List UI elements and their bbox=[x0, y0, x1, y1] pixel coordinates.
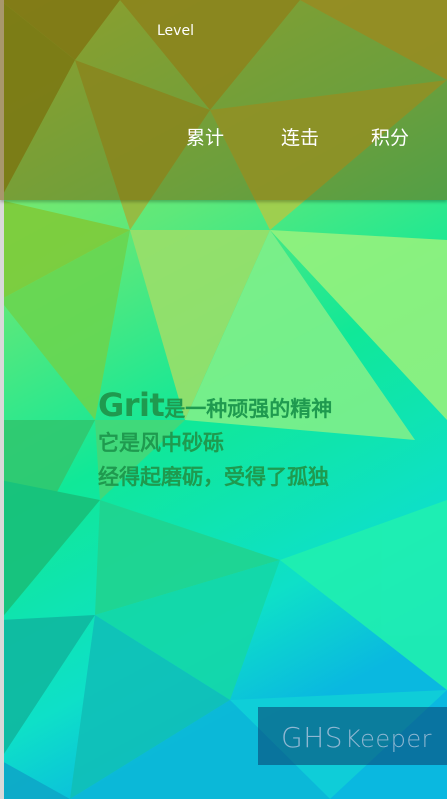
brand-name-part1: GHS bbox=[281, 721, 344, 754]
brand-name-part2: Keeper bbox=[345, 725, 432, 753]
streak-stat-label[interactable]: 连击 bbox=[281, 123, 319, 150]
quote-line-1-rest: 是一种顽强的精神 bbox=[164, 397, 333, 421]
quote-line-1: Grit是一种顽强的精神 bbox=[98, 388, 332, 426]
total-stat-label[interactable]: 累计 bbox=[186, 123, 224, 150]
brand-logo: GHSKeeper bbox=[281, 721, 432, 754]
quote-line-3: 经得起磨砺，受得了孤独 bbox=[98, 465, 329, 489]
quote-lead-word: Grit bbox=[98, 386, 165, 424]
grit-quote: Grit是一种顽强的精神 它是风中砂砾 经得起磨砺，受得了孤独 bbox=[98, 388, 332, 494]
quote-line-2: 它是风中砂砾 bbox=[98, 431, 224, 455]
header-panel: Level 累计 连击 积分 bbox=[0, 0, 447, 200]
level-label: Level bbox=[157, 23, 194, 39]
points-stat-label[interactable]: 积分 bbox=[371, 123, 409, 150]
